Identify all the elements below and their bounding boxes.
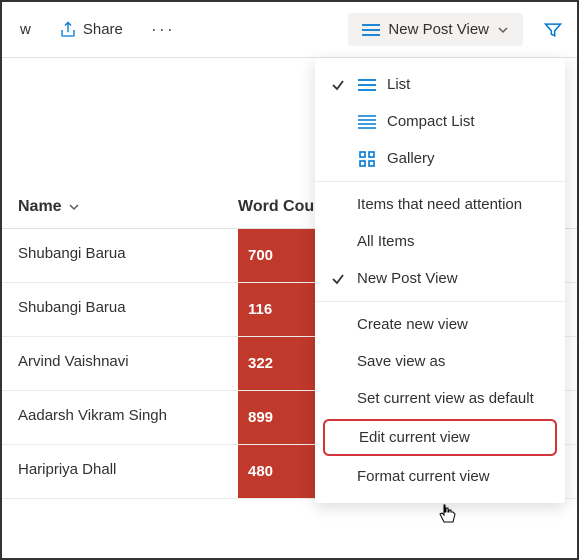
menu-item-label: Set current view as default [357, 390, 534, 407]
menu-item-format-current-view[interactable]: Format current view [315, 458, 565, 495]
menu-item-compact-list[interactable]: Compact List [315, 103, 565, 140]
menu-item-list[interactable]: List [315, 66, 565, 103]
chevron-down-icon [68, 201, 80, 213]
menu-item-set-default[interactable]: Set current view as default [315, 380, 565, 417]
column-header-word-count[interactable]: Word Cou [238, 198, 314, 216]
menu-divider [315, 181, 565, 182]
check-icon [329, 272, 347, 286]
menu-item-create-view[interactable]: Create new view [315, 306, 565, 343]
menu-item-label: Save view as [357, 353, 445, 370]
view-options-menu: List Compact List Gallery Items that nee… [315, 58, 565, 503]
menu-item-label: New Post View [357, 270, 458, 287]
cell-name: Shubangi Barua [2, 283, 238, 336]
menu-item-label: Format current view [357, 468, 490, 485]
view-selector-label: New Post View [388, 21, 489, 38]
column-header-name[interactable]: Name [18, 198, 238, 216]
share-icon [59, 21, 77, 39]
filter-button[interactable] [537, 14, 569, 46]
cell-name: Aadarsh Vikram Singh [2, 391, 238, 444]
menu-divider [315, 301, 565, 302]
cell-name: Arvind Vaishnavi [2, 337, 238, 390]
menu-item-label: Items that need attention [357, 196, 522, 213]
menu-item-label: Compact List [387, 113, 475, 130]
share-label: Share [83, 21, 123, 38]
cell-name: Haripriya Dhall [2, 445, 238, 498]
menu-item-save-view-as[interactable]: Save view as [315, 343, 565, 380]
compact-list-icon [357, 115, 377, 129]
more-actions-button[interactable]: ··· [141, 13, 185, 46]
check-icon [329, 78, 347, 92]
cell-name: Shubangi Barua [2, 229, 238, 282]
menu-item-edit-current-view[interactable]: Edit current view [323, 419, 557, 456]
menu-item-label: All Items [357, 233, 415, 250]
toolbar-truncated-item[interactable]: w [10, 15, 41, 44]
toolbar: w Share ··· New Post View [2, 2, 577, 58]
filter-icon [543, 20, 563, 40]
share-button[interactable]: Share [49, 15, 133, 45]
list-icon [362, 23, 380, 37]
list-icon [357, 78, 377, 92]
column-name-label: Name [18, 198, 62, 216]
gallery-icon [357, 151, 377, 167]
menu-item-label: Create new view [357, 316, 468, 333]
menu-item-new-post-view[interactable]: New Post View [315, 260, 565, 297]
chevron-down-icon [497, 24, 509, 36]
menu-item-all-items[interactable]: All Items [315, 223, 565, 260]
menu-item-label: Gallery [387, 150, 435, 167]
menu-item-label: Edit current view [359, 429, 470, 446]
cursor-pointer-icon [437, 502, 457, 526]
menu-item-attention[interactable]: Items that need attention [315, 186, 565, 223]
menu-item-label: List [387, 76, 410, 93]
view-selector-dropdown[interactable]: New Post View [348, 13, 523, 46]
menu-item-gallery[interactable]: Gallery [315, 140, 565, 177]
